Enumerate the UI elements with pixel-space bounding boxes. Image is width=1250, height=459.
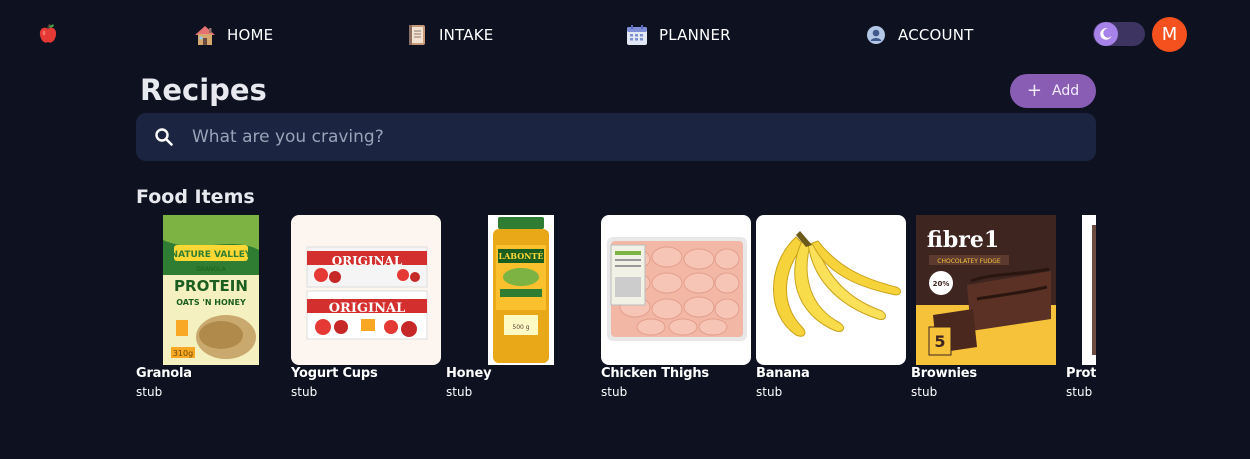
food-card-name: Granola bbox=[136, 366, 192, 381]
chicken-thighs-image bbox=[601, 215, 751, 365]
avatar-initial: M bbox=[1161, 24, 1178, 45]
moon-icon bbox=[1100, 28, 1112, 40]
nav-home-label: HOME bbox=[227, 26, 274, 44]
svg-text:ORIGINAL: ORIGINAL bbox=[329, 301, 406, 316]
svg-text:NATURE VALLEY: NATURE VALLEY bbox=[171, 250, 252, 260]
food-card-subtitle: stub bbox=[291, 385, 318, 399]
food-card-name: Honey bbox=[446, 366, 492, 381]
nav-home[interactable]: HOME bbox=[193, 22, 273, 48]
nav-account[interactable]: ACCOUNT bbox=[864, 22, 974, 48]
food-card-chicken-thighs[interactable]: Chicken Thighs stub bbox=[601, 215, 751, 405]
notebook-icon bbox=[409, 25, 425, 45]
food-card-honey[interactable]: LABONTÉ 500 g Honey stub bbox=[446, 215, 596, 405]
banana-image bbox=[756, 215, 906, 365]
svg-text:GRANOLA: GRANOLA bbox=[196, 266, 226, 273]
food-card-subtitle: stub bbox=[136, 385, 163, 399]
nav-planner-label: PLANNER bbox=[659, 26, 731, 44]
plus-icon: + bbox=[1026, 80, 1042, 101]
granola-image: NATURE VALLEY GRANOLA PROTEIN OATS 'N HO… bbox=[163, 215, 259, 365]
food-card-name: Chicken Thighs bbox=[601, 366, 709, 381]
svg-text:PROTEIN: PROTEIN bbox=[174, 277, 248, 295]
food-card-name: Banana bbox=[756, 366, 810, 381]
food-card-subtitle: stub bbox=[756, 385, 783, 399]
food-card-yogurt-cups[interactable]: ORIGINAL ORIGINAL Yogurt Cups stub bbox=[291, 215, 441, 405]
svg-text:OATS 'N HONEY: OATS 'N HONEY bbox=[176, 298, 246, 307]
food-card-banana[interactable]: Banana stub bbox=[756, 215, 906, 405]
food-card-name: Protein bbox=[1066, 366, 1096, 381]
add-button-label: Add bbox=[1051, 83, 1080, 99]
food-card-name: Brownies bbox=[911, 366, 977, 381]
user-circle-icon bbox=[867, 26, 885, 44]
food-card-subtitle: stub bbox=[1066, 385, 1093, 399]
search-bar bbox=[136, 113, 1096, 161]
svg-text:fibre1: fibre1 bbox=[927, 227, 999, 253]
svg-text:20%: 20% bbox=[933, 280, 950, 288]
honey-image: LABONTÉ 500 g bbox=[488, 215, 554, 365]
svg-text:ORIGINAL: ORIGINAL bbox=[332, 254, 403, 268]
food-card-subtitle: stub bbox=[446, 385, 473, 399]
protein-image bbox=[1082, 215, 1096, 365]
food-card-subtitle: stub bbox=[911, 385, 938, 399]
nav-planner[interactable]: PLANNER bbox=[625, 22, 731, 48]
search-input[interactable] bbox=[192, 113, 1096, 161]
add-button[interactable]: + Add bbox=[1010, 74, 1096, 108]
nav-account-label: ACCOUNT bbox=[898, 26, 974, 44]
calendar-icon bbox=[627, 25, 647, 45]
apple-icon[interactable] bbox=[37, 23, 59, 45]
brownies-image: fibre1 CHOCOLATEY FUDGE 20% 5 bbox=[916, 215, 1056, 365]
search-icon[interactable] bbox=[136, 113, 192, 161]
food-card-granola[interactable]: NATURE VALLEY GRANOLA PROTEIN OATS 'N HO… bbox=[136, 215, 286, 405]
svg-text:500 g: 500 g bbox=[512, 324, 529, 331]
nav-intake-label: INTAKE bbox=[439, 26, 494, 44]
svg-text:CHOCOLATEY FUDGE: CHOCOLATEY FUDGE bbox=[937, 258, 1001, 265]
food-card-name: Yogurt Cups bbox=[291, 366, 378, 381]
food-card-brownies[interactable]: fibre1 CHOCOLATEY FUDGE 20% 5 Brownies s… bbox=[911, 215, 1061, 405]
section-title-food-items: Food Items bbox=[136, 186, 255, 208]
food-card-subtitle: stub bbox=[601, 385, 628, 399]
nav-intake[interactable]: INTAKE bbox=[405, 22, 493, 48]
theme-toggle[interactable] bbox=[1093, 22, 1145, 46]
avatar[interactable]: M bbox=[1152, 17, 1187, 52]
svg-text:5: 5 bbox=[934, 332, 945, 351]
svg-text:310g: 310g bbox=[173, 349, 193, 358]
top-navigation: HOME INTAKE PLANNER ACCOUNT M bbox=[0, 0, 1250, 70]
page-title: Recipes bbox=[140, 73, 267, 107]
house-icon bbox=[195, 26, 215, 45]
yogurt-cups-image: ORIGINAL ORIGINAL bbox=[291, 215, 441, 365]
food-items-carousel[interactable]: NATURE VALLEY GRANOLA PROTEIN OATS 'N HO… bbox=[136, 215, 1096, 405]
food-card-protein[interactable]: Protein stub bbox=[1066, 215, 1096, 405]
svg-text:LABONTÉ: LABONTÉ bbox=[498, 251, 543, 261]
toggle-knob bbox=[1094, 22, 1118, 46]
